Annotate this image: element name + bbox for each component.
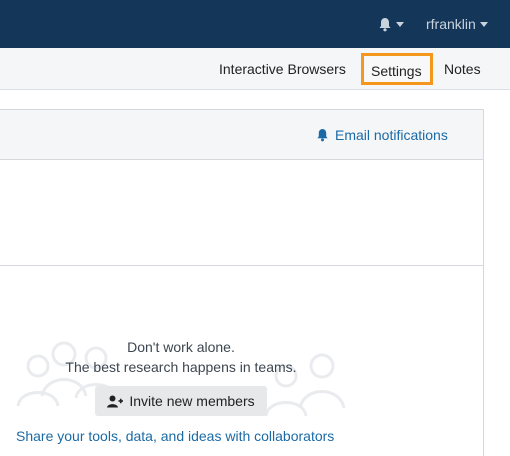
nav-notes[interactable]: Notes — [444, 61, 481, 77]
caret-down-icon — [396, 21, 404, 27]
invite-members-label: Invite new members — [129, 393, 255, 409]
bell-icon — [317, 128, 328, 142]
notifications-dropdown[interactable] — [378, 15, 404, 33]
empty-state-line1: Don't work alone. — [127, 339, 235, 355]
nav-interactive-browsers[interactable]: Interactive Browsers — [219, 61, 346, 77]
username-label: rfranklin — [426, 16, 476, 32]
panel-header: Email notifications — [0, 110, 483, 160]
caret-down-icon — [479, 21, 488, 27]
nav-settings-label: Settings — [371, 63, 422, 79]
invite-members-button[interactable]: Invite new members — [95, 386, 267, 416]
share-with-collaborators-link[interactable]: Share your tools, data, and ideas with c… — [16, 428, 334, 444]
top-navbar: rfranklin — [0, 0, 510, 48]
user-menu-dropdown[interactable]: rfranklin — [426, 15, 488, 33]
user-plus-icon — [107, 395, 124, 407]
secondary-navbar: Interactive Browsers Notes — [0, 48, 510, 90]
bell-icon — [379, 17, 391, 31]
nav-settings[interactable]: Settings — [361, 53, 433, 85]
empty-state-line2: The best research happens in teams. — [65, 359, 297, 375]
email-notifications-label: Email notifications — [335, 127, 448, 143]
email-notifications-link[interactable]: Email notifications — [316, 127, 448, 143]
panel-divider — [0, 265, 483, 266]
